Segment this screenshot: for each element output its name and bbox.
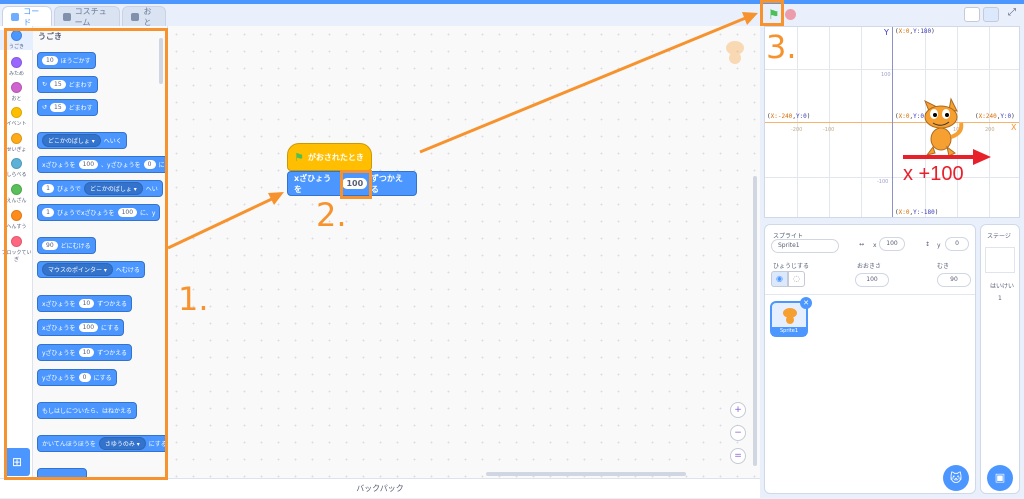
step-3-label: 3. bbox=[766, 28, 797, 66]
step-2-label: 2. bbox=[316, 196, 347, 234]
annotation-arrows bbox=[167, 12, 758, 250]
step-1-label: 1. bbox=[178, 280, 209, 318]
